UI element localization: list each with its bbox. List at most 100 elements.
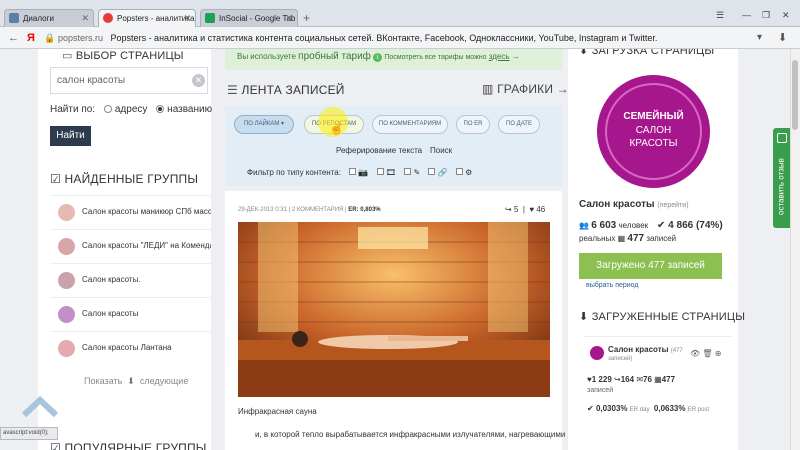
radio-name[interactable] [156,105,165,114]
open-page-link[interactable]: (перейти) [657,202,688,209]
filter-video-checkbox[interactable] [376,168,384,175]
filter-link-checkbox[interactable] [428,168,436,175]
yandex-icon[interactable]: Я [27,30,35,46]
group-item[interactable]: Салон красоты. [50,263,211,295]
filter-text-checkbox[interactable] [404,168,412,175]
dropdown-icon[interactable]: ▾ [757,30,762,46]
trial-banner: Вы используете пробный тариф i Посмотрет… [225,49,562,70]
post-stats: ↪ 5 | ♥ 46 [505,205,546,214]
popular-groups-title: ☑ ПОПУЛЯРНЫЕ ГРУППЫ [50,441,207,450]
filter-other-checkbox[interactable] [455,168,463,175]
found-groups-title: ☑ НАЙДЕННЫЕ ГРУППЫ [50,172,199,186]
loaded-pages-title: ⬇ ЗАГРУЖЕННЫЕ СТРАНИЦЫ [579,311,746,323]
maximize-icon[interactable]: ❐ [762,10,770,21]
tab-insocial[interactable]: InSocial - Google Tab ✕ [200,9,298,27]
vk-favicon-icon [9,13,19,23]
group-item[interactable]: Салон красоты маникюр СПб массаж стр [50,195,211,227]
film-icon: 🎞 [385,168,396,177]
loaded-page-count: записей) [608,356,633,362]
show-more[interactable]: Показать ⬇ следующие [84,376,188,387]
choose-period-link[interactable]: выбрать период [586,282,639,289]
post-text: и, в которой тепло вырабатывается инфрак… [255,430,566,439]
trash-icon[interactable]: 🗑 [702,349,712,358]
avatar [58,272,75,289]
page-active: ✔ 4 866 (74%) [657,220,723,231]
scrollbar-thumb[interactable] [792,60,798,130]
page-members: 👥 6 603 человек [579,220,649,231]
loaded-page-stats: ♥1 229 ↪164 ✉76 ▦477 [587,375,676,384]
comment-icon: ✉ [636,375,644,384]
sheets-favicon-icon [205,13,215,23]
avatar [58,204,75,221]
checkbox-icon: ☑ [50,172,61,186]
avatar [590,346,604,360]
loaded-page-er: ✔ 0,0303% ER day 0,0633% ER post [587,404,710,413]
arrow-down-icon: ⬇ [124,376,138,386]
group-item[interactable]: Салон красоты "ЛЕДИ" на Комендантском [50,229,211,261]
cursor-hand-icon: ☝ [329,121,344,135]
link-icon: 🔗 [437,168,448,177]
search-link[interactable]: Поиск [430,146,452,155]
content-filter-row: Фильтр по типу контента: 📷 🎞 ✎ 🔗 ⚙ [247,168,473,177]
page-loading-title: ⬇ ЗАГРУЗКА СТРАНИЦЫ [579,49,714,57]
eye-icon[interactable]: 👁 [690,349,700,358]
grid-icon: ▦ [617,234,626,243]
check-icon: ✔ [657,220,666,231]
close-window-icon[interactable]: ✕ [782,10,790,21]
menu-icon[interactable]: ☰ [716,10,724,21]
avatar [58,306,75,323]
url-field[interactable]: popsters.ru Popsters - аналитика и стати… [58,30,768,46]
loaded-page-actions: 👁 🗑 ⊕ [690,349,721,358]
filter-photo-checkbox[interactable] [349,168,357,175]
search-input[interactable]: салон красоты [50,67,208,94]
radio-address[interactable] [103,105,112,114]
info-icon: i [373,53,383,62]
status-bar: avascript:void(0); [0,427,58,440]
close-tab-icon[interactable]: ✕ [285,10,293,27]
post-meta: 29-ДЕК-2013 0:31 | 2 КОММЕНТАРИЯ | ER: 0… [238,207,381,213]
page-posts: реальных ▦ 477 записей [579,233,677,244]
screen-icon: ▭ [62,50,73,62]
page-logo: СЕМЕЙНЫЙ САЛОН КРАСОТЫ [597,75,710,188]
page: ▭ ВЫБОР СТРАНИЦЫ салон красоты ✕ Найти п… [0,49,790,450]
sort-by-date[interactable]: ПО ДАТЕ [498,115,540,134]
minimize-icon[interactable]: — [742,10,751,20]
avatar [58,238,75,255]
close-tab-icon[interactable]: ✕ [81,10,89,27]
sort-by-er[interactable]: ПО ER [456,115,490,134]
select-page-title: ▭ ВЫБОР СТРАНИЦЫ [62,50,184,62]
loaded-posts-button[interactable]: Загружено 477 записей [579,253,722,279]
charts-link[interactable]: ▥ ГРАФИКИ → [482,82,569,96]
popsters-favicon-icon [103,13,113,23]
group-item[interactable]: Салон красоты Лантана [50,331,211,363]
find-button[interactable]: Найти [50,126,91,146]
back-icon[interactable]: ← [8,30,19,46]
tab-popsters[interactable]: Popsters - аналитика ✕ [98,9,196,28]
check-icon: ✔ [587,404,594,413]
post-image[interactable] [238,222,550,397]
avatar [58,340,75,357]
sort-by-likes[interactable]: ПО ЛАЙКАМ ▾ [234,115,294,134]
download-icon[interactable]: ⬇ [778,30,787,46]
summarize-link[interactable]: Реферирование текста [336,146,422,155]
loaded-page-name: Салон красоты (477 [608,345,683,354]
plus-circle-icon[interactable]: ⊕ [715,349,722,358]
feedback-tab[interactable]: оставить отзыв [773,128,790,228]
tab-dialogs[interactable]: Диалоги ✕ [4,9,94,27]
sort-by-comments[interactable]: ПО КОММЕНТАРИЯМ [372,115,448,134]
new-tab-icon[interactable]: + [303,11,310,25]
feed-title: ☰ ЛЕНТА ЗАПИСЕЙ [227,83,345,97]
tariffs-link[interactable]: здесь [489,52,510,61]
heart-icon: ♥ [529,205,535,214]
checkbox-icon: ☑ [50,441,61,450]
lock-icon: 🔒 [44,33,56,43]
clear-search-icon[interactable]: ✕ [192,74,205,87]
page-name: Салон красоты (перейти) [579,199,689,210]
users-icon: 👥 [579,221,589,230]
gear-icon: ⚙ [465,168,473,177]
close-tab-icon[interactable]: ✕ [183,10,191,27]
scroll-top-icon[interactable] [20,395,60,419]
list-icon: ☰ [227,83,238,97]
chart-icon: ▥ [482,82,494,96]
group-item[interactable]: Салон красоты [50,297,211,329]
